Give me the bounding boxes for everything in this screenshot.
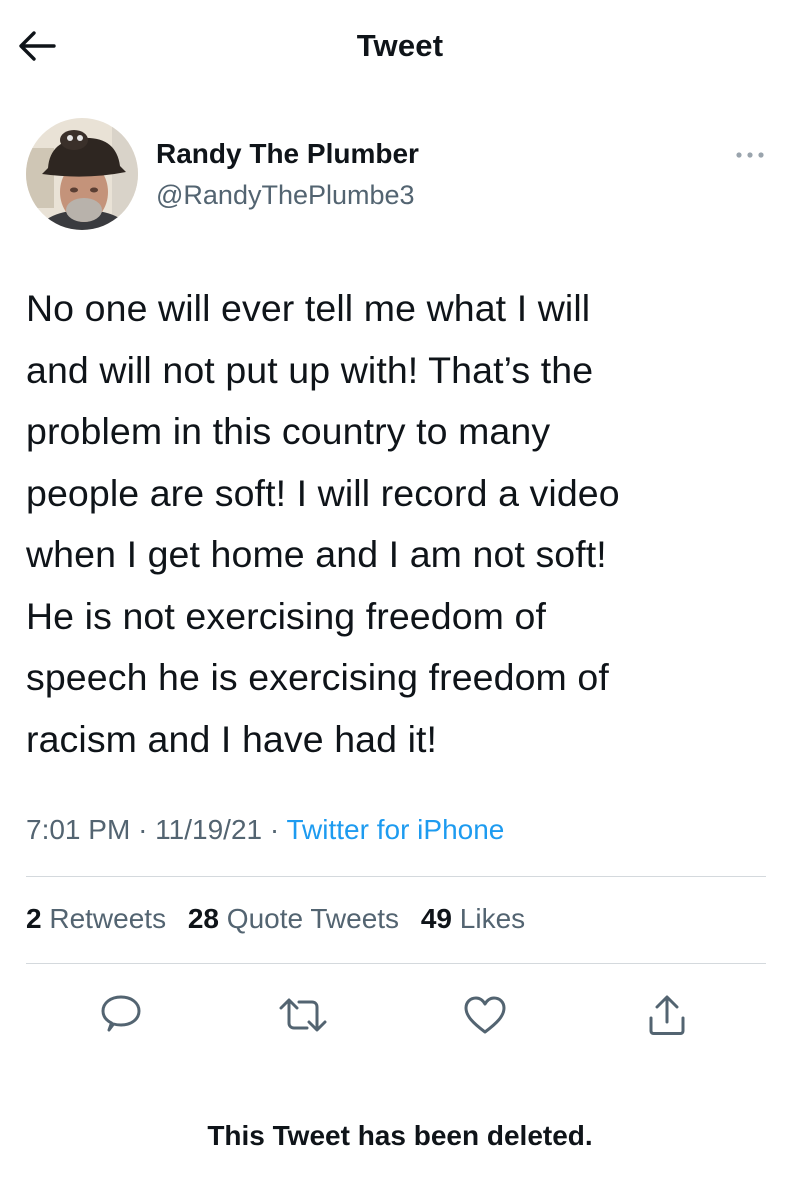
- meta-separator: ·: [269, 814, 280, 845]
- quote-tweets-label: Quote Tweets: [226, 903, 400, 934]
- avatar-image: [26, 118, 138, 230]
- likes-label: Likes: [459, 903, 526, 934]
- like-icon: [464, 996, 506, 1034]
- retweets-count: 2: [26, 903, 42, 934]
- tweet-source-link[interactable]: Twitter for iPhone: [286, 814, 504, 845]
- tweet-text-line: and will not put up with! That’s the: [26, 348, 594, 391]
- author-handle: @RandyThePlumbe3: [156, 180, 415, 210]
- tweet-actions: [26, 990, 766, 1040]
- page-title: Tweet: [356, 28, 444, 63]
- tweet-text: No one will ever tell me what I will and…: [26, 278, 766, 770]
- divider: [26, 876, 766, 877]
- tweet-text-line: speech he is exercising freedom of: [26, 656, 609, 698]
- divider: [26, 963, 766, 964]
- tweet-date: 11/19/21: [155, 814, 263, 845]
- avatar[interactable]: [26, 118, 138, 230]
- tweet-text-line: racism and I have had it!: [26, 717, 438, 760]
- retweets-stat[interactable]: 2 Retweets: [26, 903, 166, 934]
- tweet-author: Randy The Plumber @RandyThePlumbe3: [26, 118, 776, 232]
- reply-button[interactable]: [96, 990, 146, 1040]
- tweet-meta: 7:01 PM · 11/19/21 · Twitter for iPhone: [26, 814, 786, 846]
- tweet-stats: 2 Retweets 28 Quote Tweets 49 Likes: [26, 903, 786, 935]
- share-button[interactable]: [642, 990, 692, 1040]
- tweet-text-line: people are soft! I will record a video: [26, 471, 620, 514]
- tweet-time: 7:01 PM: [26, 814, 131, 845]
- like-button[interactable]: [460, 990, 510, 1040]
- tweet-text-line: problem in this country to many: [26, 410, 551, 452]
- more-horizontal-icon: [736, 152, 764, 158]
- more-options-button[interactable]: [732, 140, 768, 170]
- deleted-notice: This Tweet has been deleted.: [207, 1120, 593, 1151]
- tweet-text-line: No one will ever tell me what I will: [26, 287, 591, 329]
- share-icon: [649, 995, 685, 1035]
- meta-separator: ·: [138, 814, 148, 845]
- likes-stat[interactable]: 49 Likes: [421, 903, 525, 934]
- retweet-button[interactable]: [278, 990, 328, 1040]
- tweet-text-line: when I get home and I am not soft!: [26, 533, 607, 575]
- tweet-text-line: He is not exercising freedom of: [26, 594, 547, 637]
- author-name[interactable]: Randy The Plumber: [156, 138, 419, 170]
- quote-tweets-stat[interactable]: 28 Quote Tweets: [188, 903, 399, 934]
- retweet-icon: [279, 998, 327, 1032]
- reply-icon: [101, 995, 141, 1032]
- quote-tweets-count: 28: [187, 903, 220, 934]
- top-bar: Tweet: [0, 0, 800, 92]
- likes-count: 49: [420, 903, 452, 934]
- retweets-label: Retweets: [49, 903, 167, 934]
